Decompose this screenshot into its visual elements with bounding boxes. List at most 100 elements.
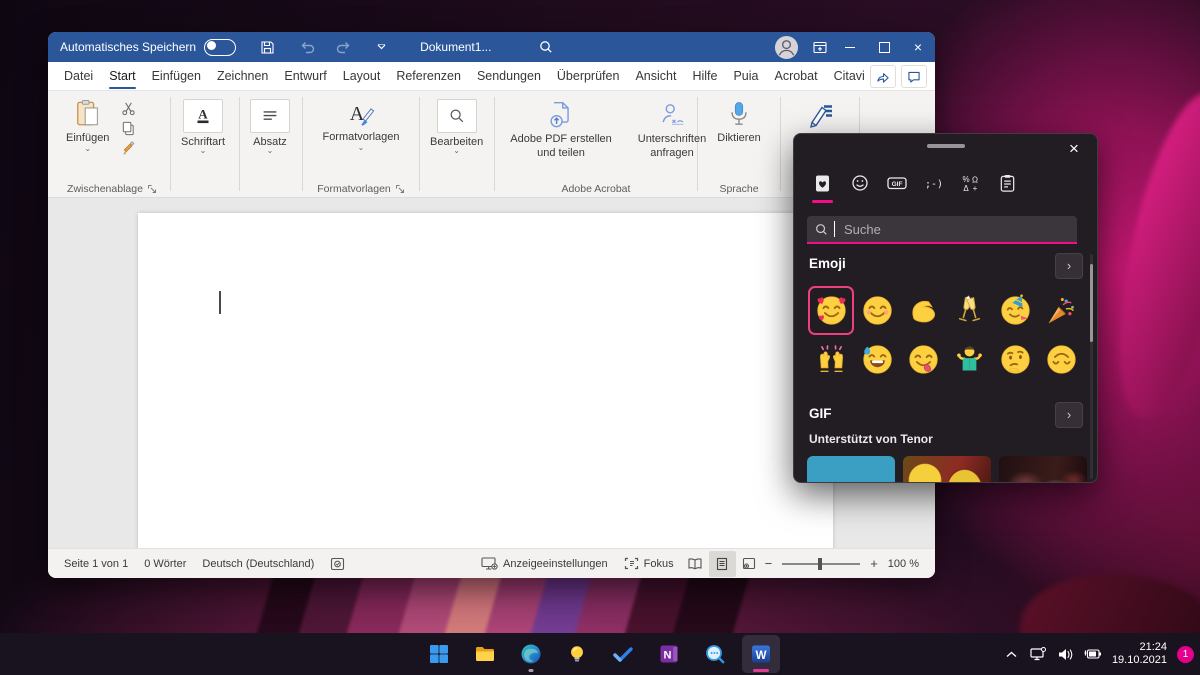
panel-scrollbar[interactable] <box>1090 254 1093 479</box>
gif-thumbnail-teal[interactable] <box>807 456 895 483</box>
zoom-in-button[interactable]: + <box>868 556 880 571</box>
tab-acrobat[interactable]: Acrobat <box>766 62 825 90</box>
tab-layout[interactable]: Layout <box>335 62 389 90</box>
emoji-partying-face[interactable] <box>992 286 1038 335</box>
tab-überprüfen[interactable]: Überprüfen <box>549 62 628 90</box>
emoji-more-button[interactable]: › <box>1055 253 1083 279</box>
autosave-toggle[interactable] <box>204 39 236 56</box>
format-painter-icon[interactable] <box>121 141 136 156</box>
search-icon[interactable] <box>533 34 559 60</box>
read-mode-button[interactable] <box>682 551 709 577</box>
tab-start[interactable]: Start <box>101 62 143 90</box>
search-field[interactable] <box>807 216 1077 244</box>
tab-ansicht[interactable]: Ansicht <box>627 62 684 90</box>
panel-tab-emoji-icon[interactable] <box>841 166 878 200</box>
panel-tab-clipboard-icon[interactable] <box>989 166 1026 200</box>
zoom-out-button[interactable]: − <box>763 556 775 571</box>
emoji-party-popper[interactable] <box>1038 286 1084 335</box>
gif-thumbnail-concert[interactable] <box>999 456 1087 483</box>
emoji-face-savoring-food[interactable] <box>900 335 946 384</box>
notification-badge[interactable]: 1 <box>1177 646 1194 663</box>
emoji-raising-hands[interactable] <box>808 335 854 384</box>
tab-hilfe[interactable]: Hilfe <box>684 62 725 90</box>
web-layout-button[interactable] <box>736 551 763 577</box>
focus-button[interactable]: Fokus <box>616 549 682 578</box>
taskbar-search-icon[interactable] <box>696 635 734 673</box>
font-button[interactable]: A Schriftart ⌄ <box>177 97 229 156</box>
panel-tab-recent-icon[interactable] <box>804 166 841 200</box>
emoji-flexed-biceps[interactable] <box>900 286 946 335</box>
paragraph-button[interactable]: Absatz ⌄ <box>246 97 294 156</box>
redo-icon[interactable] <box>330 34 356 60</box>
display-settings-button[interactable]: Anzeigeeinstellungen <box>473 549 616 578</box>
share-button[interactable] <box>870 65 896 88</box>
emoji-clinking-glasses[interactable] <box>946 286 992 335</box>
document-page[interactable] <box>138 213 833 551</box>
taskbar-lightbulb-icon[interactable] <box>558 635 596 673</box>
taskbar-todo-icon[interactable] <box>604 635 642 673</box>
panel-drag-handle[interactable] <box>927 144 965 148</box>
emoji-smiling-face-with-hearts[interactable] <box>808 286 854 335</box>
search-input[interactable] <box>842 221 1056 238</box>
tab-zeichnen[interactable]: Zeichnen <box>209 62 276 90</box>
tab-referenzen[interactable]: Referenzen <box>388 62 469 90</box>
tray-chevron-up-icon[interactable] <box>1002 639 1022 669</box>
emoji-man-shrugging[interactable] <box>946 335 992 384</box>
network-icon[interactable] <box>1029 639 1049 669</box>
account-avatar[interactable] <box>773 34 799 60</box>
adobe-pdf-button[interactable]: Adobe PDF erstellen und teilen <box>501 97 621 163</box>
panel-tab-gif-icon[interactable]: GIF <box>878 166 915 200</box>
minimize-button[interactable] <box>833 32 867 62</box>
close-button[interactable]: × <box>901 32 935 62</box>
styles-dialog-launcher-icon[interactable] <box>395 184 405 194</box>
gif-thumbnail-minions[interactable] <box>903 456 991 483</box>
proofing-status-icon[interactable] <box>322 549 353 578</box>
taskbar-word-icon[interactable]: W <box>742 635 780 673</box>
status-bar: Seite 1 von 1 0 Wörter Deutsch (Deutschl… <box>48 548 935 578</box>
tab-einfügen[interactable]: Einfügen <box>144 62 209 90</box>
print-layout-button[interactable] <box>709 551 736 577</box>
comments-button[interactable] <box>901 65 927 88</box>
battery-icon[interactable] <box>1083 639 1103 669</box>
panel-tab-kaomoji-icon[interactable]: ;-) <box>915 166 952 200</box>
undo-icon[interactable] <box>294 34 320 60</box>
tray-date: 19.10.2021 <box>1112 654 1167 667</box>
styles-button[interactable]: A Formatvorlagen ⌄ <box>316 97 405 153</box>
page-indicator[interactable]: Seite 1 von 1 <box>56 549 136 578</box>
dictate-button[interactable]: Diktieren <box>711 97 766 146</box>
gif-thumbnails <box>807 456 1087 483</box>
editing-button[interactable]: Bearbeiten ⌄ <box>426 97 487 156</box>
panel-close-icon[interactable]: × <box>1061 137 1087 161</box>
zoom-level[interactable]: 100 % <box>880 549 927 578</box>
word-count[interactable]: 0 Wörter <box>136 549 194 578</box>
paste-button[interactable]: Einfügen ⌄ <box>60 97 115 154</box>
cut-icon[interactable] <box>121 101 136 116</box>
tab-puia[interactable]: Puia <box>725 62 766 90</box>
zoom-slider-thumb[interactable] <box>818 558 822 570</box>
maximize-button[interactable] <box>867 32 901 62</box>
taskbar-onenote-icon[interactable]: N <box>650 635 688 673</box>
tray-clock[interactable]: 21:24 19.10.2021 <box>1112 641 1167 667</box>
taskbar-explorer-icon[interactable] <box>466 635 504 673</box>
tab-entwurf[interactable]: Entwurf <box>276 62 334 90</box>
emoji-smiling-face-with-smiling-eyes[interactable] <box>854 286 900 335</box>
copy-icon[interactable] <box>121 121 136 136</box>
save-icon[interactable] <box>254 34 280 60</box>
quick-access-chevron-icon[interactable] <box>368 34 394 60</box>
emoji-upside-down-face[interactable] <box>1038 335 1084 384</box>
clipboard-dialog-launcher-icon[interactable] <box>147 184 157 194</box>
volume-icon[interactable] <box>1056 639 1076 669</box>
taskbar-edge-icon[interactable] <box>512 635 550 673</box>
panel-tab-symbols-icon[interactable]: %ΩΔ+ <box>952 166 989 200</box>
ribbon-display-options-icon[interactable] <box>807 34 833 60</box>
tab-citavi[interactable]: Citavi <box>826 62 873 90</box>
language-indicator[interactable]: Deutsch (Deutschland) <box>194 549 322 578</box>
emoji-grinning-face-with-sweat[interactable] <box>854 335 900 384</box>
tab-sendungen[interactable]: Sendungen <box>469 62 549 90</box>
emoji-grid <box>808 286 1084 384</box>
emoji-thinking-face[interactable] <box>992 335 1038 384</box>
gif-more-button[interactable]: › <box>1055 402 1083 428</box>
zoom-slider[interactable] <box>782 563 860 565</box>
tab-datei[interactable]: Datei <box>56 62 101 90</box>
taskbar-start-icon[interactable] <box>420 635 458 673</box>
